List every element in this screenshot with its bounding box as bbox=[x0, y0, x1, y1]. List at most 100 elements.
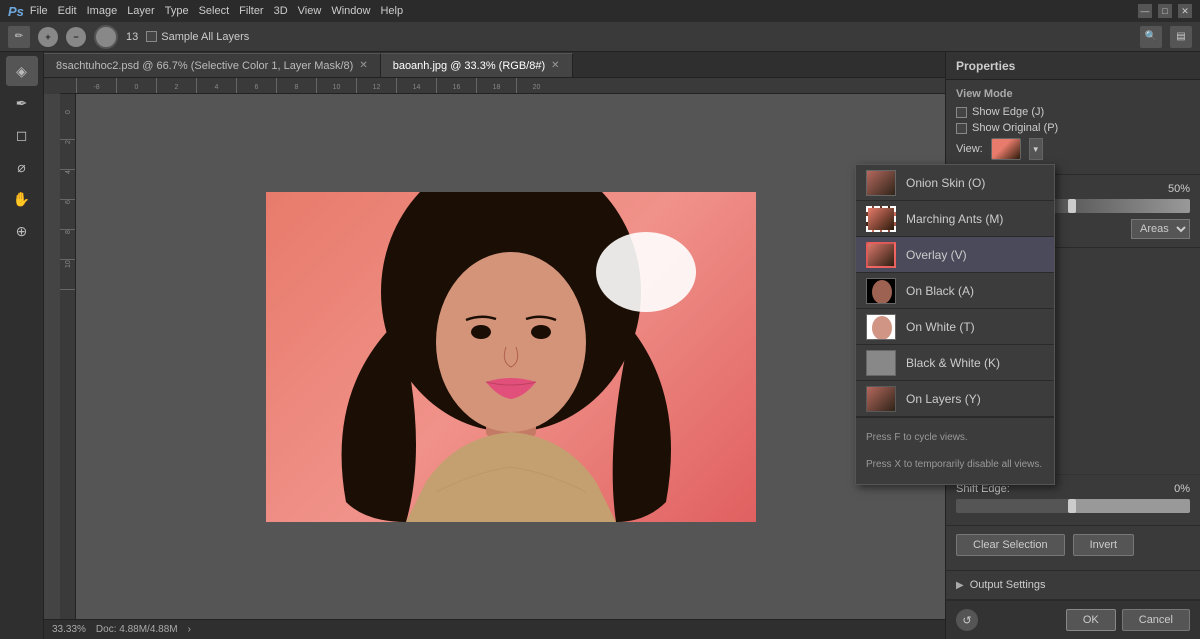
bottom-panel: Shift Edge: 0% Clear Selection Invert ▶ … bbox=[945, 474, 1200, 639]
show-edge-check[interactable] bbox=[956, 107, 967, 118]
tool-selection[interactable]: ◈ bbox=[6, 56, 38, 86]
menu-edit[interactable]: Edit bbox=[58, 5, 77, 17]
sample-all-layers-label: Sample All Layers bbox=[161, 31, 249, 43]
tool-zoom[interactable]: ⊕ bbox=[6, 216, 38, 246]
close-button[interactable]: ✕ bbox=[1178, 4, 1192, 18]
tab-baoanh-label: baoanh.jpg @ 33.3% (RGB/8#) bbox=[393, 60, 545, 72]
show-original-label: Show Original (P) bbox=[972, 122, 1058, 134]
shift-edge-slider-thumb[interactable] bbox=[1068, 499, 1076, 513]
dropdown-on-black[interactable]: On Black (A) bbox=[856, 273, 1054, 309]
output-settings-header[interactable]: ▶ Output Settings bbox=[946, 571, 1200, 600]
tab-baoanh[interactable]: baoanh.jpg @ 33.3% (RGB/8#) ✕ bbox=[381, 53, 573, 77]
dropdown-on-layers[interactable]: On Layers (Y) bbox=[856, 381, 1054, 417]
on-black-label: On Black (A) bbox=[906, 284, 974, 298]
menu-layer[interactable]: Layer bbox=[127, 5, 155, 17]
tool-hand[interactable]: ✋ bbox=[6, 184, 38, 214]
tool-brush[interactable]: ✒ bbox=[6, 88, 38, 118]
brush-size-value: 13 bbox=[126, 31, 138, 43]
ruler-tick: 14 bbox=[396, 78, 436, 93]
sample-all-layers-check[interactable] bbox=[146, 31, 157, 42]
menu-3d[interactable]: 3D bbox=[274, 5, 288, 17]
menu-help[interactable]: Help bbox=[380, 5, 403, 17]
brush-tool-icon[interactable]: ✏ bbox=[8, 26, 30, 48]
doc-info: Doc: 4.88M/4.88M bbox=[96, 624, 178, 635]
hint-text-1: Press F to cycle views. bbox=[866, 424, 1044, 451]
show-edge-checkbox[interactable]: Show Edge (J) bbox=[956, 106, 1190, 118]
menu-view[interactable]: View bbox=[298, 5, 322, 17]
menu-window[interactable]: Window bbox=[331, 5, 370, 17]
menu-type[interactable]: Type bbox=[165, 5, 189, 17]
left-toolbar: ◈ ✒ ◻ ⌀ ✋ ⊕ bbox=[0, 52, 44, 639]
tab-bar: 8sachtuhoc2.psd @ 66.7% (Selective Color… bbox=[44, 52, 945, 78]
minimize-button[interactable]: — bbox=[1138, 4, 1152, 18]
black-white-label: Black & White (K) bbox=[906, 356, 1000, 370]
show-original-checkbox[interactable]: Show Original (P) bbox=[956, 122, 1190, 134]
dropdown-on-white[interactable]: On White (T) bbox=[856, 309, 1054, 345]
scroll-arrow[interactable]: › bbox=[188, 624, 191, 635]
dropdown-overlay[interactable]: Overlay (V) bbox=[856, 237, 1054, 273]
view-dropdown-arrow[interactable]: ▼ bbox=[1029, 138, 1043, 160]
canvas-image-area[interactable] bbox=[76, 94, 945, 619]
photo-canvas[interactable] bbox=[266, 192, 756, 522]
titlebar: Ps File Edit Image Layer Type Select Fil… bbox=[0, 0, 1200, 22]
dropdown-onion-skin[interactable]: Onion Skin (O) bbox=[856, 165, 1054, 201]
preview-value: 50% bbox=[1168, 183, 1190, 195]
tab-baoanh-close[interactable]: ✕ bbox=[551, 60, 559, 71]
view-mode-section: View Mode Show Edge (J) Show Original (P… bbox=[946, 80, 1200, 175]
tab-bsachtuhoc-close[interactable]: ✕ bbox=[359, 60, 367, 71]
window-controls[interactable]: — □ ✕ bbox=[1138, 4, 1192, 18]
view-thumbnail[interactable] bbox=[991, 138, 1021, 160]
black-white-thumb bbox=[866, 350, 896, 376]
view-mode-label: View Mode bbox=[956, 88, 1190, 100]
shift-edge-slider[interactable] bbox=[956, 499, 1190, 513]
show-edge-label: Show Edge (J) bbox=[972, 106, 1044, 118]
onion-skin-label: Onion Skin (O) bbox=[906, 176, 985, 190]
preview-slider-thumb[interactable] bbox=[1068, 199, 1076, 213]
dropdown-black-white[interactable]: Black & White (K) bbox=[856, 345, 1054, 381]
right-panel: Properties View Mode Show Edge (J) Show … bbox=[945, 52, 1200, 639]
hint-container: Press F to cycle views. Press X to tempo… bbox=[856, 417, 1054, 484]
zoom-level: 33.33% bbox=[52, 624, 86, 635]
canvas-area: 8sachtuhoc2.psd @ 66.7% (Selective Color… bbox=[44, 52, 945, 639]
panel-icon[interactable]: ▤ bbox=[1170, 26, 1192, 48]
ruler-tick: 6 bbox=[236, 78, 276, 93]
onion-skin-thumb bbox=[866, 170, 896, 196]
tool-eraser[interactable]: ◻ bbox=[6, 120, 38, 150]
on-black-thumb bbox=[866, 278, 896, 304]
areas-dropdown[interactable]: Areas bbox=[1131, 219, 1190, 239]
overlay-thumb bbox=[866, 242, 896, 268]
menu-bar[interactable]: File Edit Image Layer Type Select Filter… bbox=[30, 5, 403, 17]
ruler-vertical: 0 2 4 6 8 10 bbox=[60, 94, 76, 619]
undo-button[interactable]: ↺ bbox=[956, 609, 978, 631]
tab-bsachtuhoc-label: 8sachtuhoc2.psd @ 66.7% (Selective Color… bbox=[56, 60, 353, 72]
ruler-tick: 4 bbox=[196, 78, 236, 93]
selection-buttons-section: Clear Selection Invert bbox=[946, 526, 1200, 571]
tool-lasso[interactable]: ⌀ bbox=[6, 152, 38, 182]
view-dropdown-menu: Onion Skin (O) Marching Ants (M) Overlay… bbox=[855, 164, 1055, 485]
show-original-check[interactable] bbox=[956, 123, 967, 134]
invert-button[interactable]: Invert bbox=[1073, 534, 1135, 556]
ruler-tick: 16 bbox=[436, 78, 476, 93]
options-bar: ✏ + − 13 Sample All Layers 🔍 ▤ bbox=[0, 22, 1200, 52]
output-settings-arrow: ▶ bbox=[956, 580, 964, 591]
menu-select[interactable]: Select bbox=[199, 5, 230, 17]
ruler-v-tick: 8 bbox=[60, 230, 75, 260]
ok-button[interactable]: OK bbox=[1066, 609, 1116, 631]
cancel-button[interactable]: Cancel bbox=[1122, 609, 1190, 631]
add-circle-icon[interactable]: + bbox=[38, 27, 58, 47]
sample-all-layers-checkbox[interactable]: Sample All Layers bbox=[146, 31, 249, 43]
dropdown-marching-ants[interactable]: Marching Ants (M) bbox=[856, 201, 1054, 237]
brush-size-indicator bbox=[94, 25, 118, 49]
tab-bsachtuhoc[interactable]: 8sachtuhoc2.psd @ 66.7% (Selective Color… bbox=[44, 53, 381, 77]
subtract-circle-icon[interactable]: − bbox=[66, 27, 86, 47]
maximize-button[interactable]: □ bbox=[1158, 4, 1172, 18]
search-icon[interactable]: 🔍 bbox=[1140, 26, 1162, 48]
menu-image[interactable]: Image bbox=[87, 5, 118, 17]
ruler-v-tick: 4 bbox=[60, 170, 75, 200]
on-white-thumb bbox=[866, 314, 896, 340]
menu-filter[interactable]: Filter bbox=[239, 5, 263, 17]
overlay-label: Overlay (V) bbox=[906, 248, 967, 262]
clear-selection-button[interactable]: Clear Selection bbox=[956, 534, 1065, 556]
menu-file[interactable]: File bbox=[30, 5, 48, 17]
marching-ants-thumb bbox=[866, 206, 896, 232]
